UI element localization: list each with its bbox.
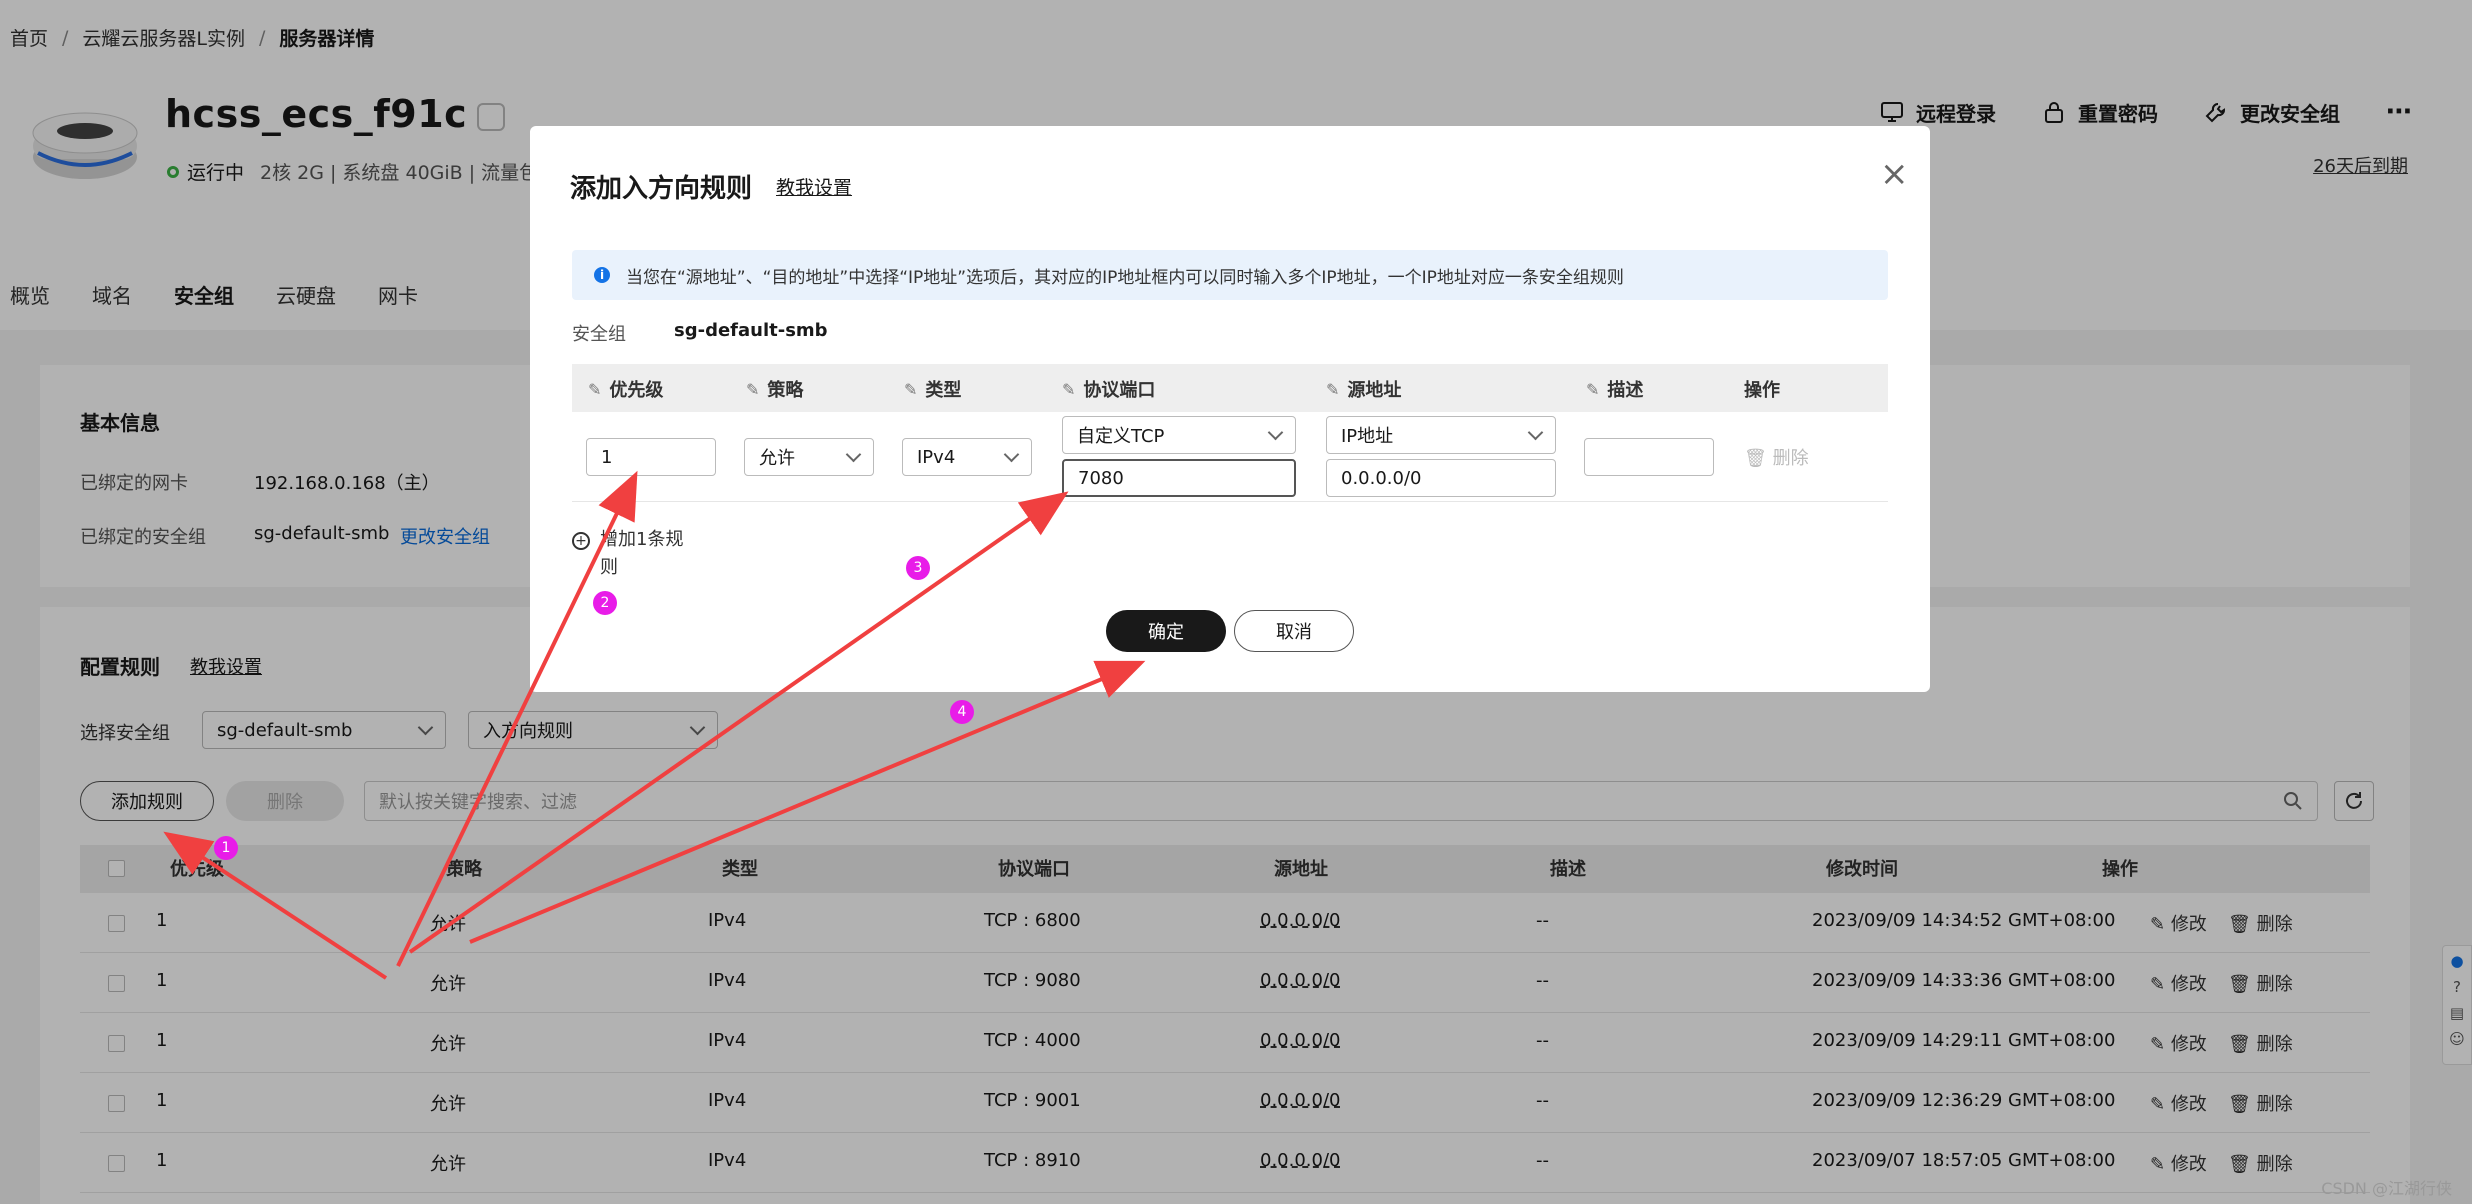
- port-input[interactable]: 7080: [1062, 459, 1296, 497]
- pencil-icon: ✎: [746, 379, 760, 399]
- dialog-sg-line: 安全组 sg-default-smb: [572, 320, 828, 346]
- cancel-button[interactable]: 取消: [1234, 610, 1354, 652]
- dialog-th-operation-label: 操作: [1744, 380, 1780, 401]
- add-one-rule-label: 增加1条规则: [600, 529, 684, 578]
- dialog-th-policy-label: 策略: [767, 380, 804, 401]
- source-address-input[interactable]: 0.0.0.0/0: [1326, 459, 1556, 497]
- dialog-th-source-label: 源地址: [1347, 380, 1402, 401]
- source-type-select[interactable]: IP地址: [1326, 416, 1556, 454]
- confirm-button[interactable]: 确定: [1106, 610, 1226, 652]
- dialog-th-port: ✎ 协议端口: [1062, 376, 1155, 402]
- step-marker-1: 1: [214, 836, 238, 860]
- pencil-icon: ✎: [904, 379, 918, 399]
- dialog-sg-value: sg-default-smb: [674, 320, 828, 341]
- step-marker-3: 3: [906, 556, 930, 580]
- close-icon[interactable]: ×: [1880, 154, 1909, 194]
- policy-select[interactable]: 允许: [744, 438, 874, 476]
- dialog-th-type: ✎ 类型: [904, 376, 961, 402]
- info-notice: i 当您在“源地址”、“目的地址”中选择“IP地址”选项后，其对应的IP地址框内…: [572, 250, 1888, 300]
- dialog-th-type-label: 类型: [925, 380, 962, 401]
- type-select[interactable]: IPv4: [902, 438, 1032, 476]
- type-select-value: IPv4: [917, 446, 956, 468]
- dialog-th-description-label: 描述: [1607, 380, 1644, 401]
- dialog-th-policy: ✎ 策略: [746, 376, 803, 402]
- description-input[interactable]: [1584, 438, 1714, 476]
- dialog-help-link[interactable]: 教我设置: [776, 173, 852, 200]
- dialog-th-description: ✎ 描述: [1586, 376, 1643, 402]
- dialog-th-priority: ✎ 优先级: [588, 376, 663, 402]
- pencil-icon: ✎: [1326, 379, 1340, 399]
- pencil-icon: ✎: [1586, 379, 1600, 399]
- step-marker-2: 2: [593, 591, 617, 615]
- dialog-title: 添加入方向规则: [570, 174, 753, 204]
- page: 首页 / 云耀云服务器L实例 / 服务器详情 hcss_ecs_f91c 运行中…: [0, 0, 2472, 1204]
- dialog-th-priority-label: 优先级: [609, 380, 664, 401]
- dialog-th-operation: 操作: [1744, 376, 1780, 402]
- row-delete-button[interactable]: 🗑 删除: [1744, 444, 1809, 470]
- priority-input[interactable]: 1: [586, 438, 716, 476]
- protocol-select[interactable]: 自定义TCP: [1062, 416, 1296, 454]
- info-icon: i: [594, 267, 610, 283]
- dialog-th-source: ✎ 源地址: [1326, 376, 1401, 402]
- chevron-down-icon: [1267, 424, 1284, 440]
- policy-select-value: 允许: [759, 448, 795, 469]
- pencil-icon: ✎: [588, 379, 602, 399]
- step-marker-4: 4: [950, 700, 974, 724]
- chevron-down-icon: [1003, 446, 1020, 462]
- source-type-value: IP地址: [1341, 426, 1394, 447]
- add-one-rule-button[interactable]: + 增加1条规则: [572, 526, 690, 582]
- chevron-down-icon: [845, 446, 862, 462]
- protocol-select-value: 自定义TCP: [1077, 426, 1165, 447]
- chevron-down-icon: [1527, 424, 1544, 440]
- dialog-th-port-label: 协议端口: [1083, 380, 1156, 401]
- pencil-icon: ✎: [1062, 379, 1076, 399]
- row-delete-label: 删除: [1772, 448, 1809, 469]
- notice-text: 当您在“源地址”、“目的地址”中选择“IP地址”选项后，其对应的IP地址框内可以…: [626, 267, 1624, 288]
- add-inbound-rule-dialog: 添加入方向规则 教我设置 × i 当您在“源地址”、“目的地址”中选择“IP地址…: [530, 126, 1930, 692]
- dialog-sg-label: 安全组: [572, 324, 626, 345]
- plus-icon: +: [572, 532, 590, 550]
- watermark: CSDN @江湖行侠: [2321, 1179, 2452, 1198]
